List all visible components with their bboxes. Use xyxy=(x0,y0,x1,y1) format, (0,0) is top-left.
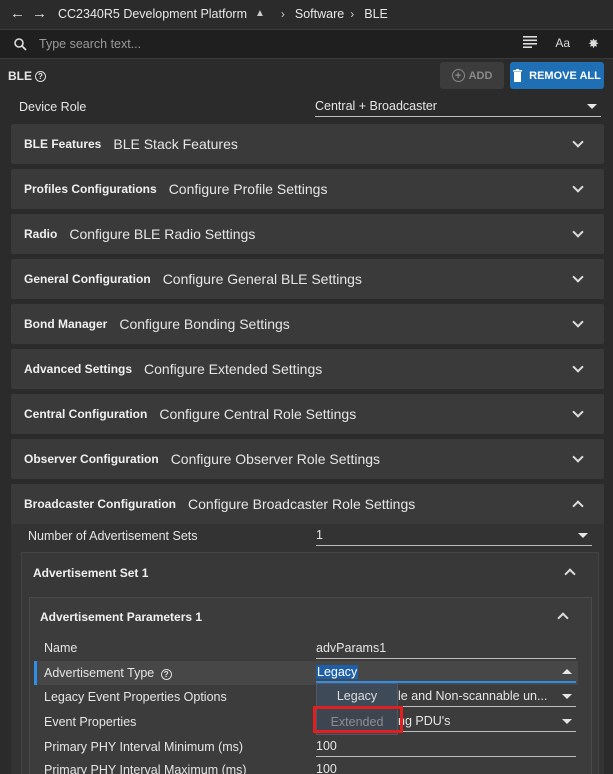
chevron-down-icon[interactable] xyxy=(572,136,584,148)
legacy-opts-select[interactable]: le and Non-scannable un... xyxy=(398,687,576,707)
adv-type-label-text: Advertisement Type xyxy=(44,666,155,680)
adv-set-title[interactable]: Advertisement Set 1 xyxy=(33,566,148,580)
section-broadcaster[interactable]: Broadcaster Configuration Configure Broa… xyxy=(11,484,604,524)
phy-max-label: Primary PHY Interval Maximum (ms) xyxy=(44,763,247,774)
breadcrumb-software[interactable]: Software xyxy=(295,7,344,21)
num-adv-sets-label: Number of Advertisement Sets xyxy=(28,529,198,543)
section-name: BLE Features xyxy=(24,137,102,151)
section-desc: Configure Bonding Settings xyxy=(119,316,290,332)
search-bar: Aa ✸ xyxy=(0,29,613,59)
help-icon[interactable]: ? xyxy=(160,669,172,680)
phy-min-label: Primary PHY Interval Minimum (ms) xyxy=(44,740,244,754)
list-view-icon[interactable] xyxy=(523,36,538,48)
search-input[interactable] xyxy=(39,37,459,51)
search-icon xyxy=(14,37,27,51)
section-name: Bond Manager xyxy=(24,317,108,331)
adv-params-title[interactable]: Advertisement Parameters 1 xyxy=(40,610,202,624)
phy-max-value: 100 xyxy=(316,762,337,774)
adv-type-value: Legacy xyxy=(316,665,359,679)
chevron-down-icon xyxy=(562,719,572,724)
add-icon: + xyxy=(451,69,465,82)
section-name: Radio xyxy=(24,227,58,241)
section-desc: Configure Central Role Settings xyxy=(159,406,357,422)
remove-all-button[interactable]: REMOVE ALL xyxy=(510,62,604,89)
section-general[interactable]: General Configuration Configure General … xyxy=(11,259,604,299)
adv-type-label: Advertisement Type ? xyxy=(44,666,172,680)
chevron-down-icon[interactable] xyxy=(572,181,584,193)
legacy-opts-value: le and Non-scannable un... xyxy=(398,689,548,703)
platform-selector[interactable]: CC2340R5 Development Platform xyxy=(58,7,247,21)
section-advanced[interactable]: Advanced Settings Configure Extended Set… xyxy=(11,349,604,389)
chevron-down-icon[interactable] xyxy=(572,406,584,418)
add-button-label: ADD xyxy=(468,69,493,82)
event-props-value: ng PDU's xyxy=(398,714,451,728)
forward-arrow-icon[interactable]: → xyxy=(32,5,54,22)
section-desc: Configure BLE Radio Settings xyxy=(69,226,256,242)
chevron-down-icon xyxy=(578,533,588,538)
highlight-box xyxy=(313,706,403,733)
phy-min-input[interactable]: 100 xyxy=(316,737,576,757)
chevron-down-icon xyxy=(587,104,597,109)
section-name: Broadcaster Configuration xyxy=(24,497,177,511)
remove-all-label: REMOVE ALL xyxy=(529,69,601,82)
breadcrumb-ble[interactable]: BLE xyxy=(364,7,388,21)
focus-indicator xyxy=(34,661,37,685)
section-desc: BLE Stack Features xyxy=(113,136,238,152)
magic-wand-icon[interactable]: ✸ xyxy=(588,36,599,52)
chevron-down-icon[interactable] xyxy=(572,226,584,238)
section-desc: Configure Profile Settings xyxy=(168,181,328,197)
section-name: Observer Configuration xyxy=(24,452,159,466)
num-adv-sets-value: 1 xyxy=(316,528,323,542)
section-radio[interactable]: Radio Configure BLE Radio Settings xyxy=(11,214,604,254)
name-label: Name xyxy=(44,641,78,655)
section-bond-manager[interactable]: Bond Manager Configure Bonding Settings xyxy=(11,304,604,344)
event-props-select[interactable]: ng PDU's xyxy=(398,712,576,732)
trash-icon xyxy=(513,69,523,82)
top-bar: ← → CC2340R5 Development Platform ▲ › So… xyxy=(0,0,613,27)
device-role-select[interactable]: Central + Broadcaster xyxy=(315,97,601,117)
event-props-label: Event Properties xyxy=(44,715,137,729)
chevron-down-icon[interactable] xyxy=(572,316,584,328)
section-name: Profiles Configurations xyxy=(24,182,157,196)
chevron-down-icon[interactable] xyxy=(572,451,584,463)
section-ble-features[interactable]: BLE Features BLE Stack Features xyxy=(11,124,604,164)
device-role-label: Device Role xyxy=(19,100,87,114)
phy-min-value: 100 xyxy=(316,739,337,753)
legacy-opts-label: Legacy Event Properties Options xyxy=(44,690,227,704)
module-title: BLE xyxy=(8,69,32,83)
chevron-down-icon[interactable] xyxy=(572,361,584,373)
num-adv-sets-select[interactable]: 1 xyxy=(316,526,592,546)
section-name: Advanced Settings xyxy=(24,362,133,376)
font-size-icon[interactable]: Aa xyxy=(555,36,570,52)
section-name: Central Configuration xyxy=(24,407,148,421)
section-name: General Configuration xyxy=(24,272,151,286)
section-central[interactable]: Central Configuration Configure Central … xyxy=(11,394,604,434)
breadcrumb-separator-icon: › xyxy=(350,6,355,21)
adv-type-select[interactable]: Legacy xyxy=(316,663,576,683)
section-desc: Configure Extended Settings xyxy=(144,361,323,377)
dropdown-option-legacy[interactable]: Legacy xyxy=(317,684,397,708)
name-input[interactable]: advParams1 xyxy=(316,639,576,659)
chevron-down-icon xyxy=(562,694,572,699)
section-desc: Configure Observer Role Settings xyxy=(170,451,381,467)
updown-icon[interactable]: ▲ xyxy=(255,8,265,19)
name-value: advParams1 xyxy=(316,641,387,655)
section-desc: Configure Broadcaster Role Settings xyxy=(188,496,416,512)
chevron-up-icon[interactable] xyxy=(572,500,584,512)
device-role-value: Central + Broadcaster xyxy=(315,99,437,113)
breadcrumb-separator-icon: › xyxy=(280,6,285,21)
help-icon[interactable]: ? xyxy=(35,70,46,82)
back-arrow-icon[interactable]: ← xyxy=(10,5,32,22)
phy-max-input[interactable]: 100 xyxy=(316,760,576,774)
add-button[interactable]: + ADD xyxy=(440,62,504,89)
chevron-down-icon[interactable] xyxy=(572,271,584,283)
section-desc: Configure General BLE Settings xyxy=(162,271,362,287)
section-profiles[interactable]: Profiles Configurations Configure Profil… xyxy=(11,169,604,209)
section-observer[interactable]: Observer Configuration Configure Observe… xyxy=(11,439,604,479)
chevron-up-icon xyxy=(562,669,572,674)
